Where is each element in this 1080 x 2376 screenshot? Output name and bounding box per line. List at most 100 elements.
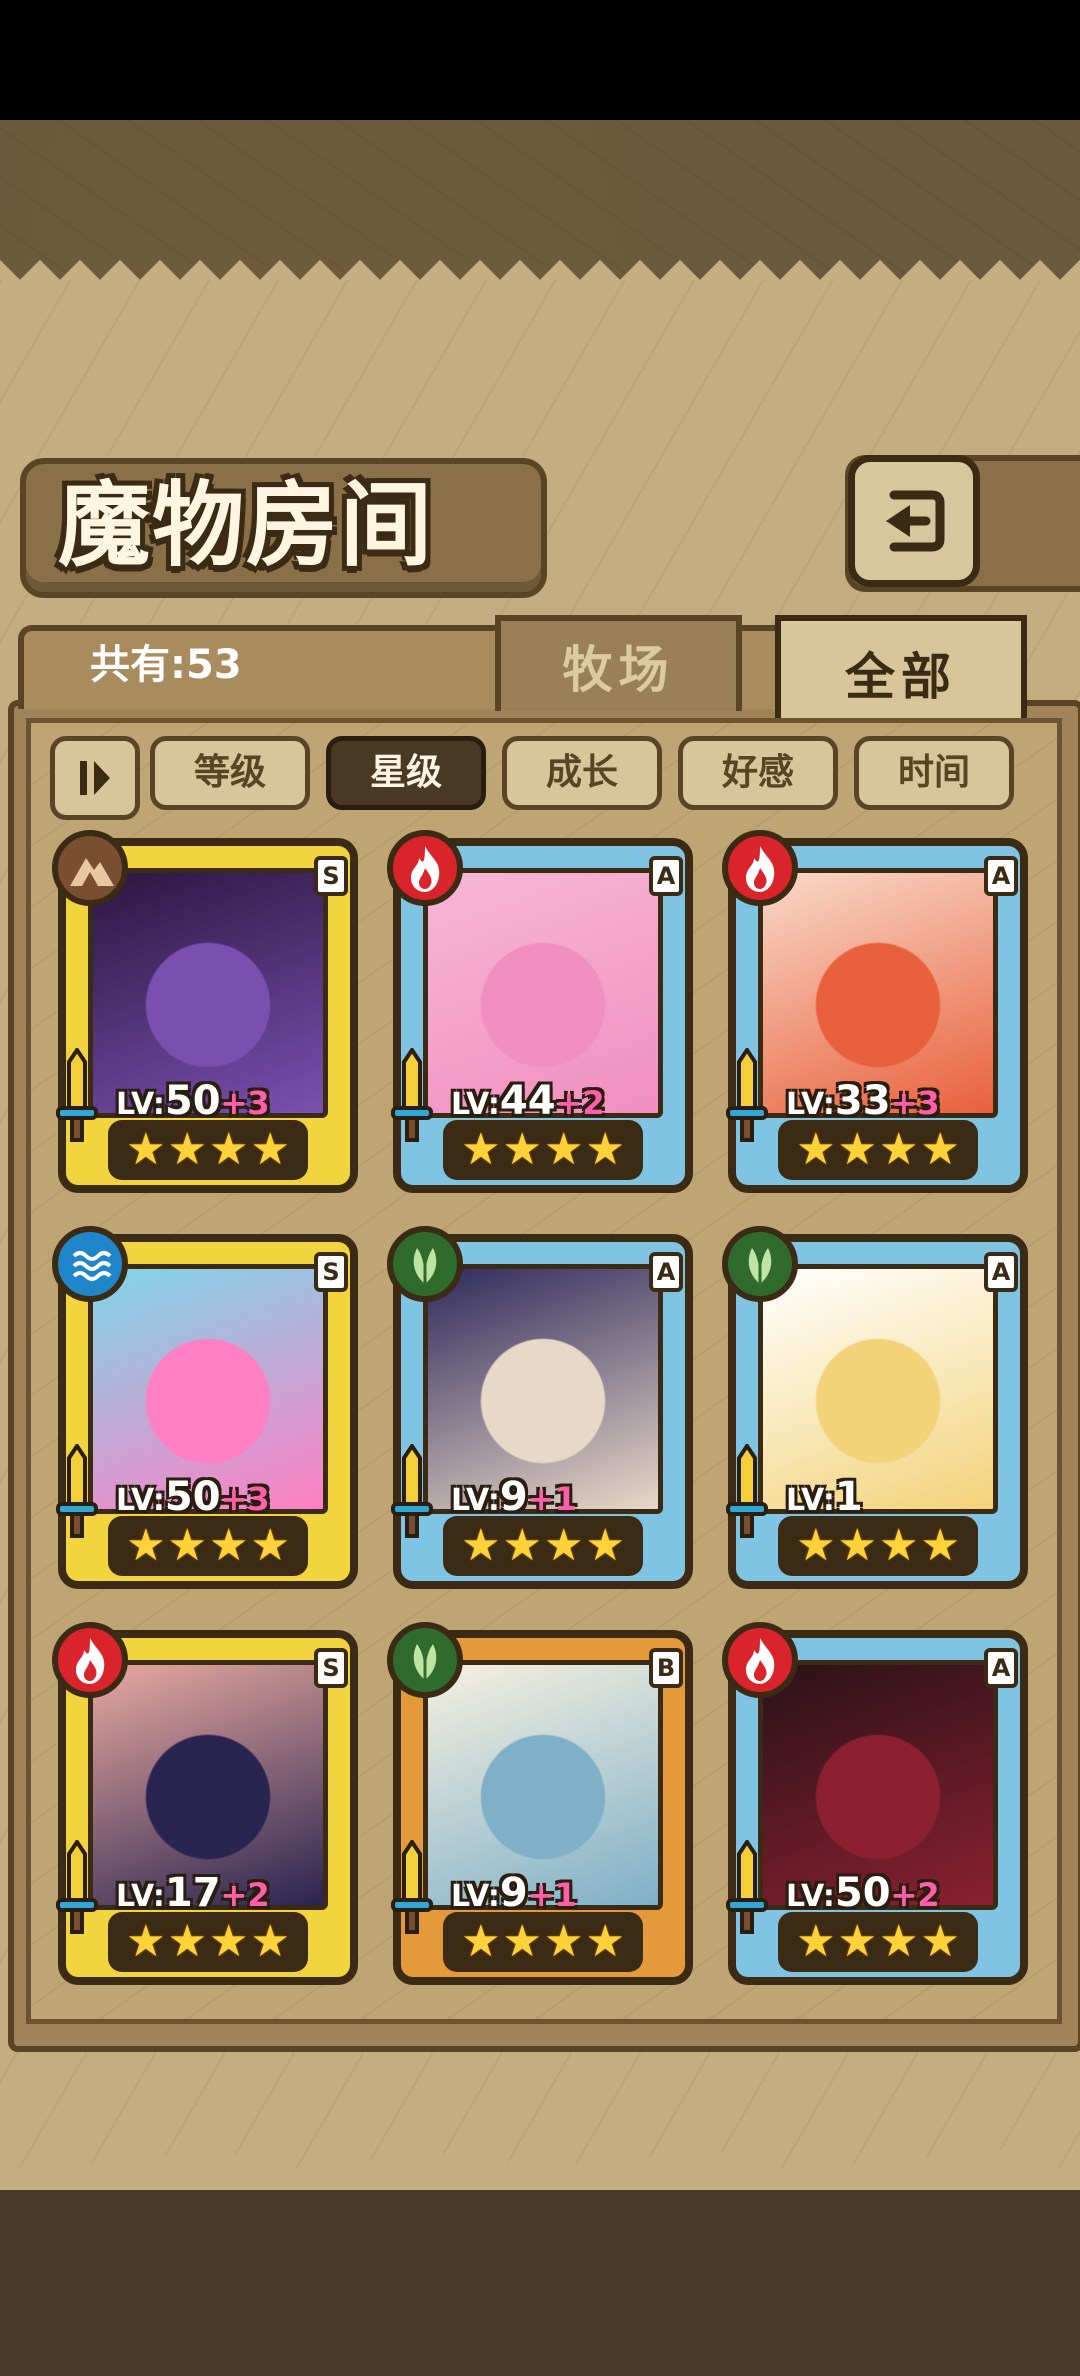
star-icon: ★ — [585, 1520, 625, 1571]
star-icon: ★ — [920, 1124, 960, 1175]
star-icon: ★ — [461, 1916, 501, 1967]
rank-badge: A — [649, 856, 683, 896]
star-icon: ★ — [461, 1520, 501, 1571]
sort-button-affection[interactable]: 好感 — [678, 736, 838, 810]
sort-button-level[interactable]: 等级 — [150, 736, 310, 810]
star-icon: ★ — [879, 1916, 919, 1967]
star-icon: ★ — [585, 1124, 625, 1175]
grass-element-icon — [387, 1622, 463, 1698]
sword-icon — [54, 1442, 100, 1544]
star-icon: ★ — [250, 1916, 290, 1967]
star-icon: ★ — [920, 1916, 960, 1967]
rank-badge: A — [984, 1648, 1018, 1688]
monster-level: LV:50+3 — [116, 1078, 270, 1124]
monster-card[interactable]: S LV:50+3 ★ ★ ★ ★ — [52, 830, 358, 1208]
monster-level: LV:9+1 — [451, 1474, 577, 1520]
level-bonus: +2 — [890, 1876, 940, 1914]
fire-element-icon — [722, 830, 798, 906]
star-icon: ★ — [167, 1916, 207, 1967]
star-icon: ★ — [126, 1124, 166, 1175]
sword-icon — [389, 1046, 435, 1148]
star-rating: ★ ★ ★ ★ — [443, 1120, 643, 1180]
monster-level: LV:1 — [786, 1474, 863, 1520]
star-icon: ★ — [126, 1520, 166, 1571]
monster-level: LV:50+2 — [786, 1870, 940, 1916]
star-icon: ★ — [879, 1124, 919, 1175]
rank-badge: B — [649, 1648, 683, 1688]
monster-level: LV:9+1 — [451, 1870, 577, 1916]
grass-element-icon — [722, 1226, 798, 1302]
tab-all[interactable]: 全部 — [775, 615, 1027, 724]
monster-level: LV:44+2 — [451, 1078, 605, 1124]
star-icon: ★ — [920, 1520, 960, 1571]
level-bonus: +3 — [220, 1084, 270, 1122]
star-icon: ★ — [796, 1916, 836, 1967]
star-icon: ★ — [209, 1124, 249, 1175]
monster-card[interactable]: A LV:44+2 ★ ★ ★ ★ — [387, 830, 693, 1208]
sword-icon — [724, 1046, 770, 1148]
level-bonus: +3 — [220, 1480, 270, 1518]
star-icon: ★ — [461, 1124, 501, 1175]
star-icon: ★ — [544, 1124, 584, 1175]
monster-card[interactable]: A LV:33+3 ★ ★ ★ ★ — [722, 830, 1028, 1208]
level-bonus: +3 — [890, 1084, 940, 1122]
star-rating: ★ ★ ★ ★ — [778, 1120, 978, 1180]
star-icon: ★ — [250, 1124, 290, 1175]
earth-element-icon — [52, 830, 128, 906]
star-icon: ★ — [879, 1520, 919, 1571]
star-icon: ★ — [796, 1124, 836, 1175]
star-rating: ★ ★ ★ ★ — [108, 1912, 308, 1972]
sword-icon — [389, 1442, 435, 1544]
sword-icon — [724, 1442, 770, 1544]
fire-element-icon — [52, 1622, 128, 1698]
star-icon: ★ — [502, 1520, 542, 1571]
star-icon: ★ — [585, 1916, 625, 1967]
rank-badge: A — [984, 856, 1018, 896]
star-rating: ★ ★ ★ ★ — [443, 1912, 643, 1972]
monster-card[interactable]: S LV:17+2 ★ ★ ★ ★ — [52, 1622, 358, 2000]
rank-badge: A — [649, 1252, 683, 1292]
star-icon: ★ — [209, 1916, 249, 1967]
star-icon: ★ — [544, 1520, 584, 1571]
star-icon: ★ — [209, 1520, 249, 1571]
star-rating: ★ ★ ★ ★ — [443, 1516, 643, 1576]
monster-level: LV:50+3 — [116, 1474, 270, 1520]
sword-icon — [54, 1838, 100, 1940]
star-icon: ★ — [502, 1124, 542, 1175]
monster-card[interactable]: S LV:50+3 ★ ★ ★ ★ — [52, 1226, 358, 1604]
sort-button-growth[interactable]: 成长 — [502, 736, 662, 810]
star-icon: ★ — [837, 1520, 877, 1571]
level-bonus: +2 — [555, 1084, 605, 1122]
level-bonus: +1 — [527, 1480, 577, 1518]
fire-element-icon — [722, 1622, 798, 1698]
sort-order-toggle[interactable] — [50, 736, 140, 820]
sort-button-star[interactable]: 星级 — [326, 736, 486, 810]
rank-badge: S — [314, 856, 348, 896]
star-rating: ★ ★ ★ ★ — [778, 1516, 978, 1576]
monster-card[interactable]: A LV:1 ★ ★ ★ ★ — [722, 1226, 1028, 1604]
star-rating: ★ ★ ★ ★ — [108, 1120, 308, 1180]
level-bonus: +2 — [220, 1876, 270, 1914]
back-button[interactable] — [848, 455, 980, 587]
star-icon: ★ — [126, 1916, 166, 1967]
monster-card[interactable]: A LV:50+2 ★ ★ ★ ★ — [722, 1622, 1028, 2000]
sort-button-time[interactable]: 时间 — [854, 736, 1014, 810]
sort-order-icon — [80, 761, 110, 795]
grass-element-icon — [387, 1226, 463, 1302]
fire-element-icon — [387, 830, 463, 906]
monster-level: LV:17+2 — [116, 1870, 270, 1916]
rank-badge: S — [314, 1648, 348, 1688]
star-icon: ★ — [250, 1520, 290, 1571]
map-footer — [0, 2160, 1080, 2376]
star-rating: ★ ★ ★ ★ — [778, 1912, 978, 1972]
back-arrow-icon — [886, 490, 945, 552]
rank-badge: S — [314, 1252, 348, 1292]
torn-edge-bottom — [0, 2150, 1080, 2190]
tab-pasture[interactable]: 牧场 — [495, 615, 742, 711]
sword-icon — [54, 1046, 100, 1148]
monster-card[interactable]: A LV:9+1 ★ ★ ★ ★ — [387, 1226, 693, 1604]
star-icon: ★ — [544, 1916, 584, 1967]
monster-card[interactable]: B LV:9+1 ★ ★ ★ ★ — [387, 1622, 693, 2000]
star-icon: ★ — [167, 1124, 207, 1175]
monster-level: LV:33+3 — [786, 1078, 940, 1124]
